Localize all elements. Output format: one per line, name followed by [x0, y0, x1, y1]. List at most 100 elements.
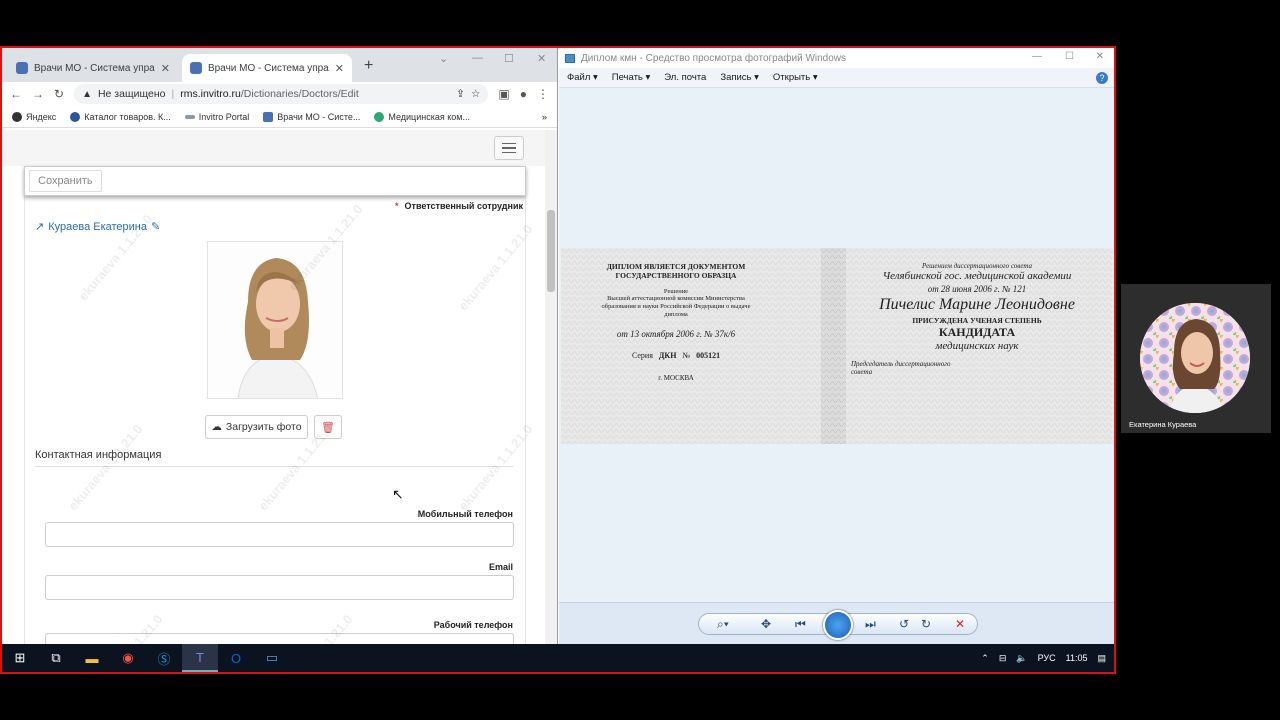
bookmark-invitro[interactable]: Invitro Portal: [184, 112, 249, 122]
reload-icon[interactable]: ↻: [54, 87, 64, 101]
delete-icon[interactable]: ✕: [955, 617, 965, 631]
menu-burn[interactable]: Запись ▾: [720, 72, 759, 83]
skype-icon[interactable]: Ⓢ: [146, 644, 182, 672]
menu-email[interactable]: Эл. почта: [664, 72, 706, 83]
share-icon[interactable]: ⇪: [456, 88, 465, 100]
responsible-user-name: Кураева Екатерина: [48, 220, 148, 233]
edit-pencil-icon[interactable]: ✎: [151, 220, 160, 233]
scrollbar-thumb[interactable]: [547, 210, 555, 292]
zoom-icon[interactable]: ⌕▾: [717, 617, 729, 632]
responsible-label-text: Ответственный сотрудник: [404, 201, 523, 211]
windows-taskbar: ⊞ ⧉ ▬ ◉ Ⓢ T O ▭ ⌃ ⊟ 🔈 РУС 11:05 ▤: [2, 644, 1114, 672]
language-indicator[interactable]: РУС: [1038, 653, 1056, 663]
bookmark-medical[interactable]: Медицинская ком...: [374, 111, 470, 122]
delete-photo-button[interactable]: 🗑: [314, 415, 342, 439]
upload-photo-button[interactable]: ☁ Загрузить фото: [205, 415, 308, 439]
tab-search-icon[interactable]: ⌄: [439, 52, 448, 65]
contact-section-title: Контактная информация: [35, 449, 513, 467]
trash-icon: 🗑: [321, 421, 335, 434]
save-button[interactable]: Сохранить: [29, 170, 102, 192]
invitro-icon: [184, 114, 195, 119]
security-label: Не защищено: [97, 88, 166, 100]
outlook-icon[interactable]: O: [218, 644, 254, 672]
page-scrollbar[interactable]: [545, 130, 557, 644]
forward-icon[interactable]: →: [32, 87, 44, 101]
email-input[interactable]: [45, 575, 514, 600]
notifications-icon[interactable]: ▤: [1097, 653, 1106, 664]
upload-photo-label: Загрузить фото: [225, 421, 302, 433]
system-tray: ⌃ ⊟ 🔈 РУС 11:05 ▤: [981, 644, 1106, 672]
task-view-icon[interactable]: ⧉: [38, 644, 74, 672]
slideshow-button[interactable]: [823, 610, 853, 640]
bookmark-catalog[interactable]: Каталог товаров. К...: [70, 111, 171, 122]
close-window-icon[interactable]: ✕: [537, 52, 546, 65]
desktop: Врачи МО - Система управления ✕ Врачи МО…: [0, 46, 1116, 674]
diploma-left-body: Высшей аттестационной комиссии Министерс…: [601, 295, 751, 318]
hamburger-menu-icon[interactable]: [494, 136, 524, 160]
warning-icon: ▲: [82, 88, 92, 100]
new-tab-button[interactable]: +: [364, 57, 373, 75]
browser-window: Врачи МО - Система управления ✕ Врачи МО…: [2, 48, 558, 644]
viewer-title: Диплом кмн - Средство просмотра фотограф…: [581, 52, 847, 64]
file-explorer-icon[interactable]: ▬: [74, 644, 110, 672]
menu-print[interactable]: Печать ▾: [612, 72, 651, 83]
address-bar[interactable]: ▲ Не защищено | rms.invitro.ru/Dictionar…: [74, 84, 489, 104]
actual-size-icon[interactable]: ✥: [761, 617, 771, 631]
webcam-tile: Екатерина Кураева: [1121, 284, 1271, 433]
next-icon[interactable]: ⏭: [865, 617, 876, 632]
tray-chevron-icon[interactable]: ⌃: [981, 653, 989, 664]
mobile-phone-input[interactable]: [45, 522, 514, 547]
minimize-icon[interactable]: —: [1032, 51, 1042, 62]
diploma-academy: Челябинской гос. медицинской академии: [882, 270, 1072, 282]
bookmark-label: Врачи МО - Систе...: [277, 111, 361, 122]
volume-icon[interactable]: 🔈: [1016, 653, 1027, 664]
mouse-cursor-icon: ↖: [392, 486, 404, 502]
series-value: ДКН: [658, 351, 677, 360]
bookmarks-more-icon[interactable]: »: [542, 112, 547, 122]
tab-strip: Врачи МО - Система управления ✕ Врачи МО…: [2, 48, 557, 82]
bookmark-label: Медицинская ком...: [388, 111, 470, 122]
minimize-icon[interactable]: —: [472, 52, 483, 64]
diploma-field: медицинских наук: [935, 340, 1019, 352]
bookmark-doctors[interactable]: Врачи МО - Систе...: [263, 111, 361, 122]
save-toolbar: Сохранить: [24, 166, 526, 196]
previous-icon[interactable]: ⏮: [795, 617, 806, 632]
bookmark-star-icon[interactable]: ☆: [471, 88, 480, 100]
doctors-icon: [263, 111, 274, 122]
menu-kebab-icon[interactable]: ⋮: [537, 87, 549, 101]
profile-icon[interactable]: ●: [520, 87, 527, 101]
address-host: rms.invitro.ru: [180, 88, 241, 100]
bookmark-label: Каталог товаров. К...: [84, 111, 171, 122]
bookmark-yandex[interactable]: Яндекс: [12, 111, 57, 122]
chrome-icon[interactable]: ◉: [110, 644, 146, 672]
rotate-right-icon[interactable]: ↻: [921, 617, 931, 631]
viewer-menubar: Файл ▾ Печать ▾ Эл. почта Запись ▾ Откры…: [559, 68, 1114, 88]
address-separator: |: [171, 88, 175, 100]
menu-file[interactable]: Файл ▾: [567, 72, 598, 83]
photo-viewer-taskbar-icon[interactable]: ▭: [254, 644, 290, 672]
maximize-icon[interactable]: ☐: [1065, 51, 1074, 62]
tab-close-icon[interactable]: ✕: [335, 62, 344, 75]
doctor-edit-form: * Ответственный сотрудник ↗ Кураева Екате…: [24, 196, 526, 644]
help-icon[interactable]: ?: [1096, 72, 1108, 84]
medical-icon: [374, 111, 385, 122]
work-phone-input[interactable]: [45, 633, 514, 644]
bookmark-label: Яндекс: [26, 111, 57, 122]
tab-close-icon[interactable]: ✕: [161, 62, 170, 75]
maximize-icon[interactable]: ☐: [504, 52, 514, 65]
teams-icon[interactable]: T: [182, 644, 218, 672]
browser-tab-2[interactable]: Врачи МО - Система управления ✕: [182, 54, 352, 82]
series-label: Серия: [631, 351, 653, 360]
rotate-left-icon[interactable]: ↺: [899, 617, 909, 631]
sidepanel-icon[interactable]: ▣: [498, 87, 509, 101]
menu-open[interactable]: Открыть ▾: [773, 72, 818, 83]
browser-tab-1[interactable]: Врачи МО - Система управления ✕: [8, 54, 178, 82]
diploma-chair: Председатель диссертационного совета: [851, 360, 951, 376]
start-icon[interactable]: ⊞: [2, 644, 38, 672]
back-icon[interactable]: ←: [10, 87, 22, 101]
responsible-user-link[interactable]: ↗ Кураева Екатерина ✎: [35, 220, 160, 234]
close-window-icon[interactable]: ✕: [1096, 51, 1104, 62]
clock[interactable]: 11:05: [1066, 653, 1088, 664]
work-phone-label: Рабочий телефон: [433, 620, 513, 630]
network-icon[interactable]: ⊟: [999, 653, 1007, 664]
